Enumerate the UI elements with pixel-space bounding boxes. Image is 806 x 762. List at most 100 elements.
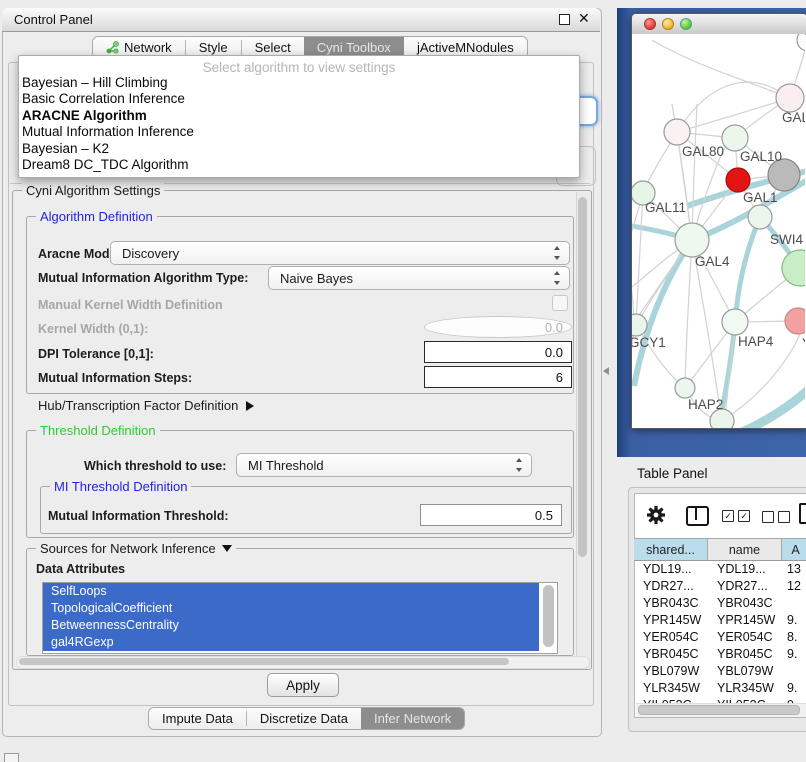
hub-definition-toggle[interactable]: Hub/Transcription Factor Definition bbox=[38, 398, 254, 413]
node-label-swi4: SWI4 bbox=[770, 232, 803, 247]
tab-label: Impute Data bbox=[162, 711, 233, 726]
table-row[interactable]: YDL19...YDL19...13 bbox=[634, 561, 806, 578]
close-icon[interactable]: ✕ bbox=[578, 10, 590, 27]
checked-pair-icon[interactable]: ✓✓ bbox=[722, 510, 750, 522]
float-window-icon[interactable] bbox=[559, 14, 570, 25]
cyni-bottom-tabs: Impute Data Discretize DataInfer Network bbox=[148, 707, 465, 730]
algorithm-dropdown-popup: Select algorithm to view settings Bayesi… bbox=[18, 55, 580, 178]
manual-kernel-width-checkbox[interactable] bbox=[552, 295, 568, 311]
table-header-row: shared...nameA bbox=[634, 538, 806, 561]
node-label-gal11: GAL11 bbox=[645, 200, 686, 215]
tab-discretize-data[interactable]: Discretize Data bbox=[247, 708, 361, 729]
attribute-list-item[interactable]: TopologicalCoefficient bbox=[43, 600, 539, 617]
split-divider-grip[interactable] bbox=[603, 367, 609, 375]
table-cell: YDR27... bbox=[708, 578, 782, 595]
settings-scrollbar-thumb[interactable] bbox=[578, 197, 587, 557]
network-icon bbox=[106, 41, 119, 54]
node-gal80[interactable] bbox=[664, 119, 690, 145]
mi-steps-label: Mutual Information Steps: bbox=[38, 371, 192, 385]
gear-icon[interactable] bbox=[646, 505, 666, 528]
dpi-tolerance-label: DPI Tolerance [0,1]: bbox=[38, 347, 154, 361]
column-header[interactable]: shared... bbox=[634, 538, 708, 561]
node-swi4[interactable] bbox=[748, 205, 772, 229]
mi-threshold-label: Mutual Information Threshold: bbox=[48, 509, 229, 523]
mi-threshold-field[interactable]: 0.5 bbox=[420, 504, 562, 526]
node-hap2[interactable] bbox=[675, 378, 695, 398]
attribute-list-item[interactable]: SelfLoops bbox=[43, 583, 539, 600]
settings-hscrollbar-thumb[interactable] bbox=[19, 658, 509, 665]
table-row[interactable]: YBL079WYBL079W bbox=[634, 663, 806, 680]
node-gal-pink[interactable] bbox=[776, 84, 804, 112]
expand-right-icon bbox=[246, 401, 254, 411]
column-header[interactable]: name bbox=[708, 538, 782, 561]
table-cell: YBR043C bbox=[708, 595, 782, 612]
table-row[interactable]: YDR27...YDR27...12 bbox=[634, 578, 806, 595]
dropdown-item[interactable]: Bayesian – K2 bbox=[19, 141, 579, 157]
column-header[interactable]: A bbox=[782, 538, 806, 561]
node-hap4[interactable] bbox=[722, 309, 748, 335]
data-attributes-list[interactable]: SelfLoopsTopologicalCoefficientBetweenne… bbox=[42, 582, 558, 654]
table-cell: 9. bbox=[782, 612, 806, 629]
zoom-traffic-light-icon[interactable] bbox=[680, 18, 692, 30]
data-attributes-label: Data Attributes bbox=[36, 562, 125, 576]
close-traffic-light-icon[interactable] bbox=[644, 18, 656, 30]
tab-infer-network[interactable]: Infer Network bbox=[361, 708, 464, 729]
tab-label: Network bbox=[124, 40, 172, 55]
table-row[interactable]: YLR345WYLR345W9. bbox=[634, 680, 806, 697]
node-label-y: Y bbox=[802, 336, 805, 351]
collapse-down-icon bbox=[222, 545, 232, 552]
table-row[interactable]: YPR145WYPR145W9. bbox=[634, 612, 806, 629]
table-cell: YDL19... bbox=[708, 561, 782, 578]
unchecked-pair-icon[interactable] bbox=[762, 511, 790, 523]
dpi-tolerance-field[interactable]: 0.0 bbox=[424, 341, 572, 363]
network-edge bbox=[692, 104, 697, 240]
table-cell: YER054C bbox=[708, 629, 782, 646]
table-cell: YBL079W bbox=[708, 663, 782, 680]
dropdown-item[interactable]: Basic Correlation Inference bbox=[19, 91, 579, 107]
kernel-width-field[interactable]: 0.0 bbox=[424, 316, 572, 338]
node-gal1[interactable] bbox=[726, 168, 750, 192]
which-threshold-select[interactable]: MI Threshold bbox=[236, 453, 532, 477]
network-window-titlebar[interactable] bbox=[632, 14, 806, 35]
attribute-list-item[interactable]: gal4RGexp bbox=[43, 634, 539, 651]
table-row[interactable]: YER054CYER054C8. bbox=[634, 629, 806, 646]
table-hscrollbar-thumb[interactable] bbox=[638, 705, 800, 715]
spinner-arrows-icon bbox=[553, 271, 562, 285]
spinner-arrows-icon bbox=[553, 246, 562, 260]
node-gal4[interactable] bbox=[675, 223, 709, 257]
dock-panel-icon[interactable] bbox=[4, 753, 19, 762]
node-label-hap4: HAP4 bbox=[738, 334, 774, 349]
table-cell: YPR145W bbox=[634, 612, 708, 629]
apply-button[interactable]: Apply bbox=[267, 673, 339, 697]
application-window: Control Panel ✕ NetworkStyleSelectCyni T… bbox=[0, 0, 806, 762]
table-row[interactable]: YBR045CYBR045C9. bbox=[634, 646, 806, 663]
node-unlabeled-top[interactable] bbox=[797, 34, 805, 51]
minimize-traffic-light-icon[interactable] bbox=[662, 18, 674, 30]
dropdown-item[interactable]: Mutual Information Inference bbox=[19, 124, 579, 140]
page-icon[interactable] bbox=[799, 503, 806, 524]
network-view-canvas[interactable]: GALGAL80GAL10GAL1GAL11SWI4GAL4GCY1HAP4YH… bbox=[632, 34, 805, 428]
aracne-mode-select[interactable]: Discovery bbox=[110, 241, 570, 265]
node-salmon[interactable] bbox=[785, 308, 805, 334]
which-threshold-value: MI Threshold bbox=[248, 458, 324, 473]
table-panel-title: Table Panel bbox=[637, 466, 708, 481]
sources-group-title[interactable]: Sources for Network Inference bbox=[36, 541, 236, 556]
mi-algorithm-type-select[interactable]: Naive Bayes bbox=[268, 266, 570, 290]
attribute-list-item[interactable]: BetweennessCentrality bbox=[43, 617, 539, 634]
settings-group-title: Cyni Algorithm Settings bbox=[22, 183, 164, 198]
split-columns-icon[interactable] bbox=[686, 506, 709, 526]
table-cell: YER054C bbox=[634, 629, 708, 646]
list-scrollbar-thumb[interactable] bbox=[543, 585, 554, 647]
dropdown-item[interactable]: Bayesian – Hill Climbing bbox=[19, 75, 579, 91]
table-body: YDL19...YDL19...13YDR27...YDR27...12YBR0… bbox=[634, 561, 806, 703]
mi-steps-field[interactable]: 6 bbox=[424, 366, 572, 388]
node-label-gal10: GAL10 bbox=[740, 149, 782, 164]
node-gal10[interactable] bbox=[722, 125, 748, 151]
table-row[interactable]: YBR043CYBR043C bbox=[634, 595, 806, 612]
tab-impute-data[interactable]: Impute Data bbox=[149, 708, 246, 729]
kernel-width-value: 0.0 bbox=[545, 320, 563, 335]
table-cell: YLR345W bbox=[708, 680, 782, 697]
dropdown-placeholder: Select algorithm to view settings bbox=[19, 56, 579, 75]
dropdown-item[interactable]: ARACNE Algorithm bbox=[19, 108, 579, 124]
dropdown-item[interactable]: Dream8 DC_TDC Algorithm bbox=[19, 157, 579, 173]
